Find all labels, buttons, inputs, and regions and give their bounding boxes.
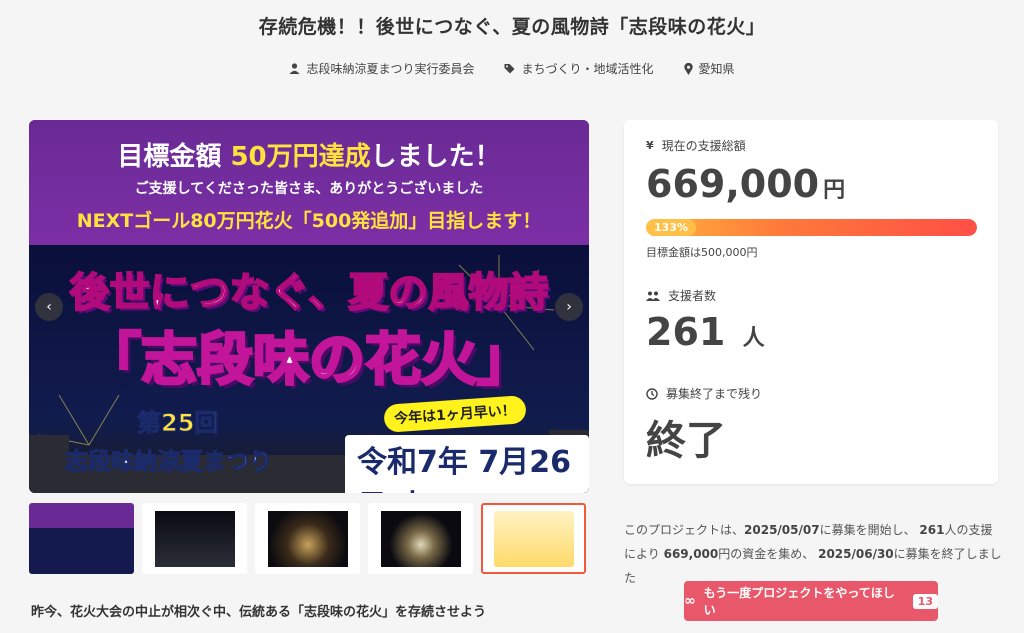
total-label-row: ¥ 現在の支援総額 (646, 137, 746, 154)
progress-bar: 133% (646, 219, 977, 236)
request-again-count: 13 (912, 593, 938, 609)
carousel-next-button[interactable]: › (555, 293, 583, 321)
chevron-right-icon: › (566, 299, 572, 315)
hero-thanks-text: ご支援してくださった皆さま、ありがとうございました (134, 181, 484, 197)
thumbnail-4[interactable] (368, 503, 473, 574)
thumbnail-strip (29, 503, 586, 574)
chevron-left-icon: ‹ (46, 299, 52, 315)
end-date: 2025/06/30 (818, 547, 894, 561)
hero-image[interactable]: 目標金額 50万円達成しました！ ご支援してくださった皆さま、ありがとうございま… (29, 120, 589, 493)
owner-name: 志段味納涼夏まつり実行委員会 (306, 62, 475, 76)
infinity-icon: ∞ (684, 593, 696, 609)
thumbnail-5[interactable] (481, 503, 586, 574)
project-summary: このプロジェクトは、2025/05/07に募集を開始し、 261人の支援により … (624, 523, 1002, 585)
hero-headline: 後世につなぐ、夏の風物詩 (69, 269, 550, 317)
project-meta: 志段味納涼夏まつり実行委員会 まちづくり・地域活性化 愛知県 (0, 60, 1024, 77)
start-date: 2025/05/07 (744, 523, 820, 537)
hero-next-goal-text: NEXTゴール80万円花火「500発追加」目指します！ (76, 210, 542, 232)
remaining-value: 終了 (646, 418, 726, 464)
clock-icon (646, 387, 658, 400)
supporters-label: 支援者数 (668, 289, 717, 303)
hero-date: 令和7年 7月26日 土 (345, 435, 589, 493)
total-label: 現在の支援総額 (661, 139, 746, 153)
thumbnail-2[interactable] (142, 503, 247, 574)
lead-text: 昨今、花火大会の中止が相次ぐ中、伝統ある「志段味の花火」を存続させよう (31, 605, 487, 620)
goal-amount: 目標金額は500,000円 (646, 246, 758, 259)
supporters-label-row: 支援者数 (646, 287, 716, 304)
stats-card: ¥ 現在の支援総額 669,000 円 133% 目標金額は500,000円 支援… (624, 120, 998, 484)
page-title: 存続危機！！後世につなぐ、夏の風物詩「志段味の花火」 (258, 16, 766, 38)
progress-percent: 133% (646, 219, 696, 236)
owner-meta[interactable]: 志段味納涼夏まつり実行委員会 (289, 60, 474, 77)
location-meta[interactable]: 愛知県 (683, 60, 735, 77)
raised-amount: 669,000 (663, 547, 719, 561)
hero-event-name: 「志段味の花火」 (84, 327, 535, 395)
category-meta[interactable]: まちづくり・地域活性化 (504, 60, 654, 77)
person-icon (289, 63, 300, 74)
total-unit: 円 (823, 178, 846, 203)
supporter-count: 261 (919, 523, 945, 537)
request-again-label: もう一度プロジェクトをやってほしい (703, 586, 895, 617)
supporters-count: 261 人 (646, 310, 765, 354)
map-pin-icon (683, 62, 693, 75)
thumbnail-1[interactable] (29, 503, 134, 574)
hero-edition: 第25回 (136, 409, 219, 438)
hero-goal-text: 目標金額 50万円達成しました！ (117, 142, 501, 172)
tag-icon (504, 64, 515, 74)
request-again-button[interactable]: ∞ もう一度プロジェクトをやってほしい 13 (684, 581, 938, 621)
total-amount: 669,000 円 (646, 162, 846, 206)
people-icon (646, 291, 660, 301)
category-name: まちづくり・地域活性化 (521, 62, 654, 76)
carousel-prev-button[interactable]: ‹ (35, 293, 63, 321)
supporters-unit: 人 (742, 326, 765, 351)
yen-icon: ¥ (646, 139, 654, 152)
remaining-label-row: 募集終了まで残り (646, 385, 762, 402)
hero-festival-name: 志段味納涼夏まつり (65, 449, 273, 476)
thumbnail-3[interactable] (255, 503, 360, 574)
location-name: 愛知県 (698, 62, 735, 76)
remaining-label: 募集終了まで残り (666, 387, 763, 401)
